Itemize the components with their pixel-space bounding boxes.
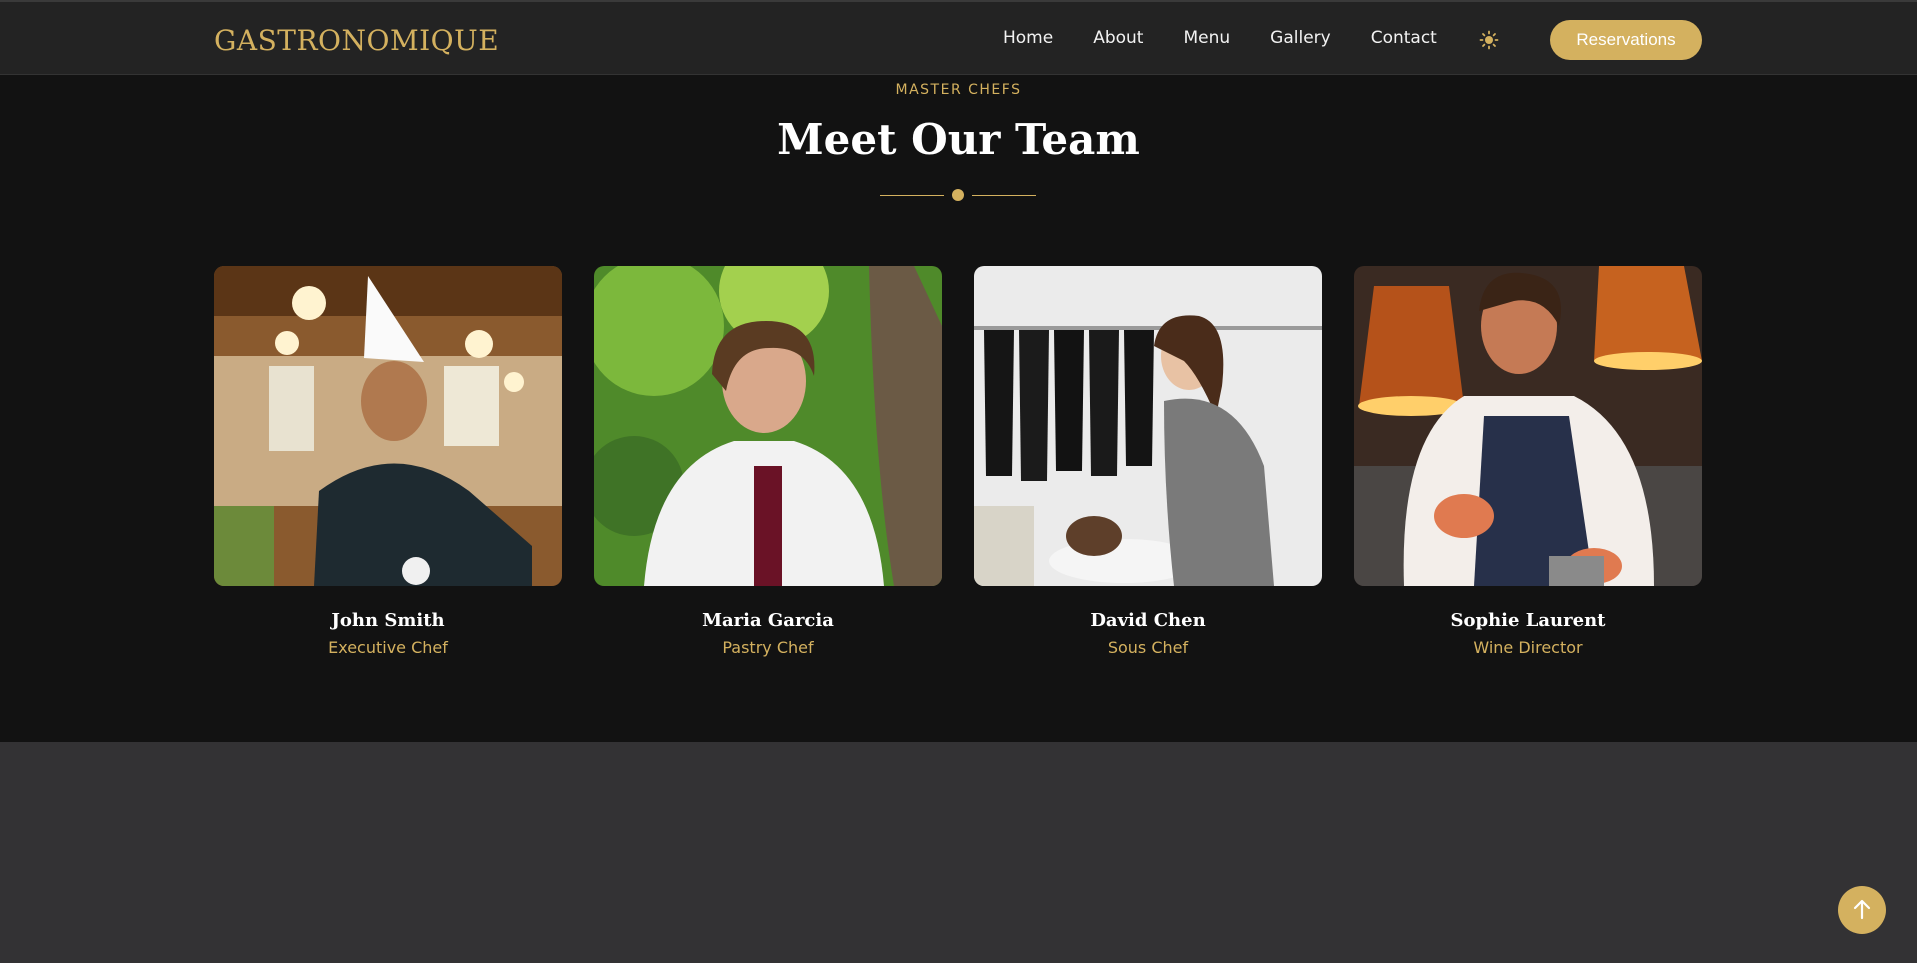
team-photo	[974, 266, 1322, 586]
team-photo	[214, 266, 562, 586]
divider-line-right	[972, 195, 1036, 196]
team-section: MASTER CHEFS Meet Our Team John Smith Ex…	[0, 75, 1917, 742]
member-role: Sous Chef	[1107, 638, 1189, 657]
section-eyebrow: MASTER CHEFS	[895, 82, 1022, 98]
team-photo	[1354, 266, 1702, 586]
back-to-top-button[interactable]	[1838, 886, 1886, 934]
main-nav: Home About Menu Gallery Contact	[1003, 28, 1437, 48]
team-card[interactable]: John Smith Executive Chef	[214, 266, 562, 657]
member-role: Wine Director	[1473, 638, 1583, 657]
divider-line-left	[880, 195, 944, 196]
member-role: Executive Chef	[328, 638, 448, 657]
theme-toggle-button[interactable]	[1478, 29, 1500, 51]
member-name: John Smith	[331, 610, 445, 631]
navbar: GASTRONOMIQUE Home About Menu Gallery Co…	[0, 0, 1917, 75]
team-card[interactable]: Maria Garcia Pastry Chef	[594, 266, 942, 657]
nav-link-menu[interactable]: Menu	[1183, 28, 1230, 48]
team-photo	[594, 266, 942, 586]
sun-icon	[1479, 30, 1499, 50]
member-name: Maria Garcia	[702, 610, 834, 631]
member-name: Sophie Laurent	[1450, 610, 1606, 631]
divider-dot	[952, 189, 964, 201]
nav-link-about[interactable]: About	[1093, 28, 1143, 48]
title-divider	[880, 188, 1036, 202]
section-title: Meet Our Team	[777, 115, 1140, 164]
nav-link-home[interactable]: Home	[1003, 28, 1053, 48]
team-card[interactable]: Sophie Laurent Wine Director	[1354, 266, 1702, 657]
team-card[interactable]: David Chen Sous Chef	[974, 266, 1322, 657]
nav-link-gallery[interactable]: Gallery	[1270, 28, 1331, 48]
nav-link-contact[interactable]: Contact	[1371, 28, 1437, 48]
member-role: Pastry Chef	[722, 638, 814, 657]
member-name: David Chen	[1090, 610, 1206, 631]
arrow-up-icon	[1853, 899, 1871, 920]
reservations-button[interactable]: Reservations	[1550, 20, 1702, 60]
site-logo[interactable]: GASTRONOMIQUE	[214, 24, 499, 57]
next-section	[0, 742, 1917, 963]
